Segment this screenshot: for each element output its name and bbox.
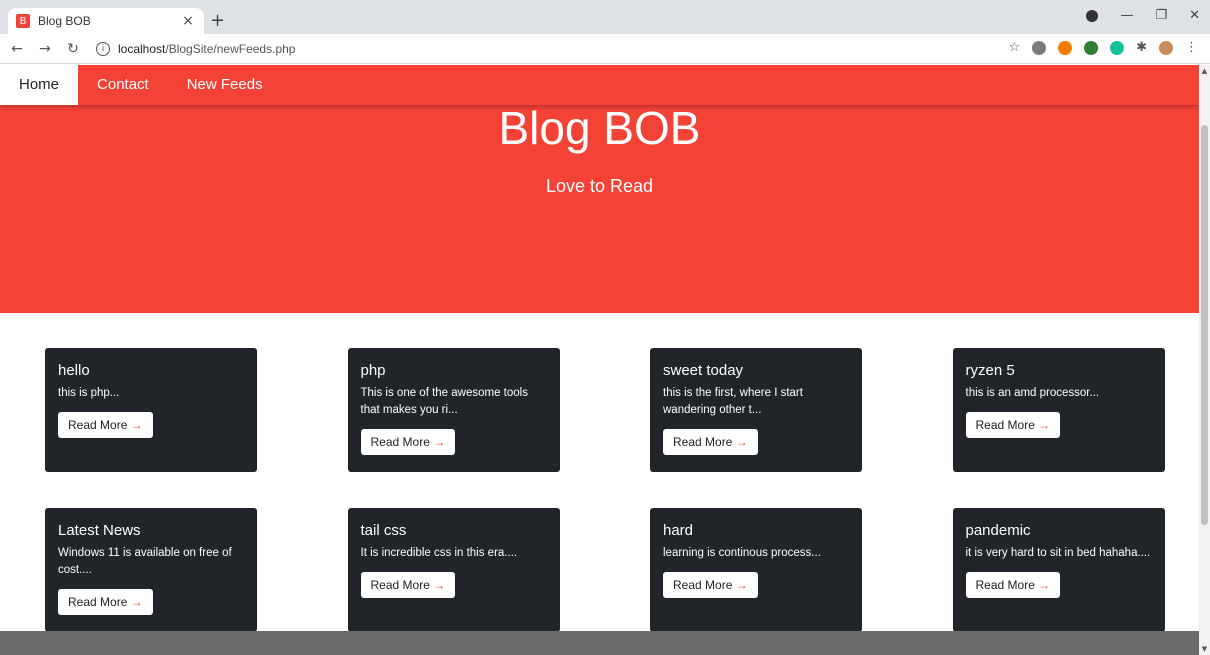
arrow-right-icon: → — [735, 578, 748, 592]
read-more-button[interactable]: Read More → — [360, 572, 456, 598]
post-excerpt: this is the first, where I start wanderi… — [663, 387, 803, 416]
post-card: tail css It is incredible css in this er… — [347, 508, 560, 632]
url-host: localhost — [118, 41, 166, 56]
info-icon[interactable]: i — [96, 41, 110, 56]
extension-orange-icon[interactable] — [1058, 40, 1073, 55]
read-more-button[interactable]: Read More → — [965, 412, 1061, 438]
site-navbar: Home Contact New Feeds — [0, 65, 1199, 105]
read-more-label: Read More — [673, 578, 733, 592]
post-excerpt: It is incredible css in this era.... — [360, 547, 518, 559]
bookmark-star-icon[interactable]: ☆ — [1008, 40, 1020, 55]
arrow-right-icon: → — [1038, 578, 1051, 592]
post-title: sweet today — [663, 362, 744, 379]
post-card: sweet today this is the first, where I s… — [650, 348, 862, 472]
arrow-right-icon: → — [735, 435, 748, 449]
restore-icon[interactable]: ❐ — [1155, 8, 1167, 23]
page-viewport: Home Contact New Feeds Blog BOB Love to … — [0, 65, 1199, 655]
post-title: hard — [663, 522, 694, 539]
tab-title: Blog BOB — [38, 14, 91, 28]
scroll-down-icon[interactable]: ▼ — [1199, 645, 1210, 653]
read-more-button[interactable]: Read More → — [965, 572, 1061, 598]
scroll-up-icon[interactable]: ▲ — [1199, 67, 1210, 75]
post-card: pandemic it is very hard to sit in bed h… — [952, 508, 1165, 632]
post-title: ryzen 5 — [965, 362, 1015, 379]
browser-toolbar: ← → ↻ i localhost/BlogSite/newFeeds.php … — [0, 34, 1210, 64]
post-card: Latest News Windows 11 is available on f… — [45, 508, 257, 632]
url-text[interactable]: localhost/BlogSite/newFeeds.php — [118, 42, 295, 56]
url-path: /BlogSite/newFeeds.php — [165, 41, 296, 56]
avatar[interactable] — [1159, 40, 1173, 55]
browser-tabstrip: B Blog BOB × + — ❐ ✕ — [0, 0, 1210, 34]
back-icon[interactable]: ← — [6, 41, 28, 57]
post-title: tail css — [360, 522, 407, 539]
post-title: Latest News — [58, 522, 141, 539]
arrow-right-icon: → — [1038, 418, 1051, 432]
extensions-puzzle-icon[interactable]: ✱ — [1136, 40, 1147, 55]
post-excerpt: learning is continous process... — [663, 547, 821, 559]
nav-item-home[interactable]: Home — [0, 65, 79, 105]
new-tab-button[interactable]: + — [210, 10, 225, 31]
forward-icon[interactable]: → — [34, 41, 56, 57]
read-more-label: Read More — [975, 418, 1035, 432]
post-title: php — [360, 362, 386, 379]
post-excerpt: Windows 11 is available on free of cost.… — [58, 547, 232, 576]
post-card: hard learning is continous process... Re… — [650, 508, 862, 632]
window-controls: — ❐ ✕ — [1086, 8, 1200, 23]
read-more-label: Read More — [68, 595, 128, 609]
post-excerpt: it is very hard to sit in bed hahaha.... — [965, 547, 1151, 559]
close-window-icon[interactable]: ✕ — [1189, 8, 1200, 23]
close-tab-icon[interactable]: × — [180, 13, 196, 29]
arrow-right-icon: → — [433, 435, 446, 449]
read-more-button[interactable]: Read More → — [58, 589, 153, 615]
arrow-right-icon: → — [130, 595, 143, 609]
blogger-icon: B — [16, 14, 30, 28]
read-more-label: Read More — [975, 578, 1035, 592]
post-grid: hello this is php... Read More → php Thi… — [45, 348, 1165, 632]
read-more-button[interactable]: Read More → — [58, 412, 153, 438]
extensions-bar: ☆ ✱ ⋮ — [1008, 40, 1198, 55]
read-more-label: Read More — [673, 435, 733, 449]
address-bar[interactable]: i localhost/BlogSite/newFeeds.php — [96, 38, 295, 60]
scroll-thumb[interactable] — [1201, 125, 1208, 525]
site-title: Blog BOB — [498, 102, 701, 154]
profile-icon[interactable] — [1086, 9, 1099, 22]
reload-icon[interactable]: ↻ — [62, 41, 84, 57]
arrow-right-icon: → — [130, 418, 143, 432]
read-more-button[interactable]: Read More → — [663, 429, 758, 455]
post-title: hello — [58, 362, 90, 379]
post-card: ryzen 5 this is an amd processor... Read… — [952, 348, 1165, 472]
read-more-label: Read More — [68, 418, 128, 432]
post-card: hello this is php... Read More → — [45, 348, 257, 472]
site-tagline: Love to Read — [545, 176, 654, 196]
read-more-label: Read More — [370, 578, 430, 592]
post-excerpt: this is an amd processor... — [965, 387, 1100, 399]
read-more-button[interactable]: Read More → — [663, 572, 758, 598]
site-footer — [0, 631, 1199, 655]
vertical-scrollbar[interactable]: ▲ ▼ — [1199, 65, 1210, 655]
post-title: pandemic — [965, 522, 1031, 539]
menu-kebab-icon[interactable]: ⋮ — [1185, 40, 1198, 55]
post-excerpt: This is one of the awesome tools that ma… — [360, 387, 528, 416]
grammarly-icon[interactable] — [1110, 40, 1125, 55]
arrow-right-icon: → — [433, 578, 446, 592]
extension-bug-icon[interactable] — [1032, 40, 1047, 55]
minimize-icon[interactable]: — — [1120, 8, 1133, 23]
read-more-button[interactable]: Read More → — [360, 429, 456, 455]
post-card: php This is one of the awesome tools tha… — [347, 348, 560, 472]
nav-item-new-feeds[interactable]: New Feeds — [168, 65, 282, 105]
post-excerpt: this is php... — [58, 387, 120, 399]
browser-tab[interactable]: B Blog BOB × — [8, 8, 204, 34]
read-more-label: Read More — [370, 435, 430, 449]
extension-green-icon[interactable] — [1084, 40, 1099, 55]
nav-item-contact[interactable]: Contact — [78, 65, 168, 105]
